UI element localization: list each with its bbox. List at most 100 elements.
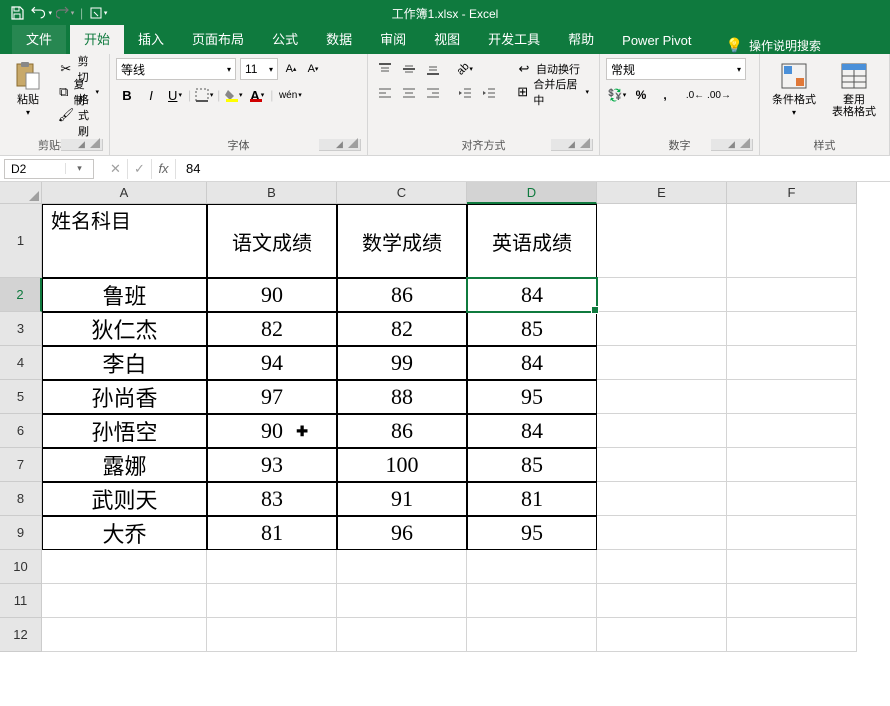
row-header-4[interactable]: 4 bbox=[0, 346, 42, 380]
cell-D3[interactable]: 85 bbox=[467, 312, 597, 346]
cell-C3[interactable]: 82 bbox=[337, 312, 467, 346]
orientation-button[interactable]: ab▾ bbox=[454, 58, 476, 80]
cell-F7[interactable] bbox=[727, 448, 857, 482]
alignment-dialog-launcher[interactable]: ◢ bbox=[551, 139, 593, 151]
cell-A10[interactable] bbox=[42, 550, 207, 584]
cell-E12[interactable] bbox=[597, 618, 727, 652]
font-dialog-launcher[interactable]: ◢ bbox=[319, 139, 361, 151]
cell-E2[interactable] bbox=[597, 278, 727, 312]
align-bottom-button[interactable] bbox=[422, 58, 444, 80]
cell-A1[interactable]: 姓名科目 bbox=[42, 204, 207, 278]
accounting-format-button[interactable]: 💱▾ bbox=[606, 84, 628, 106]
border-button[interactable]: ▾ bbox=[193, 84, 215, 106]
tell-me-search[interactable]: 💡 操作说明搜索 bbox=[726, 37, 821, 54]
fill-color-button[interactable]: ▾ bbox=[222, 84, 244, 106]
cell-D5[interactable]: 95 bbox=[467, 380, 597, 414]
name-box-input[interactable] bbox=[5, 162, 65, 176]
tab-layout[interactable]: 页面布局 bbox=[178, 25, 258, 54]
cell-F9[interactable] bbox=[727, 516, 857, 550]
cell-A2[interactable]: 鲁班 bbox=[42, 278, 207, 312]
cell-A8[interactable]: 武则天 bbox=[42, 482, 207, 516]
cell-F3[interactable] bbox=[727, 312, 857, 346]
row-header-10[interactable]: 10 bbox=[0, 550, 42, 584]
cell-E7[interactable] bbox=[597, 448, 727, 482]
col-header-E[interactable]: E bbox=[597, 182, 727, 204]
font-color-button[interactable]: A▾ bbox=[246, 84, 268, 106]
col-header-F[interactable]: F bbox=[727, 182, 857, 204]
decrease-font-button[interactable]: A▾ bbox=[304, 58, 322, 80]
col-header-D[interactable]: D bbox=[467, 182, 597, 204]
format-as-table-button[interactable]: 套用 表格格式 bbox=[826, 58, 882, 120]
cell-C9[interactable]: 96 bbox=[337, 516, 467, 550]
enter-formula-button[interactable]: ✓ bbox=[128, 159, 152, 179]
row-header-12[interactable]: 12 bbox=[0, 618, 42, 652]
align-middle-button[interactable] bbox=[398, 58, 420, 80]
tab-file[interactable]: 文件 bbox=[12, 25, 66, 54]
cell-E4[interactable] bbox=[597, 346, 727, 380]
col-header-A[interactable]: A bbox=[42, 182, 207, 204]
increase-indent-button[interactable] bbox=[478, 82, 500, 104]
cell-D12[interactable] bbox=[467, 618, 597, 652]
phonetic-button[interactable]: wén▾ bbox=[275, 84, 305, 106]
tab-view[interactable]: 视图 bbox=[420, 25, 474, 54]
row-header-8[interactable]: 8 bbox=[0, 482, 42, 516]
increase-font-button[interactable]: A▴ bbox=[282, 58, 300, 80]
tab-formulas[interactable]: 公式 bbox=[258, 25, 312, 54]
number-format-combo[interactable]: 常规▾ bbox=[606, 58, 746, 80]
italic-button[interactable]: I bbox=[140, 84, 162, 106]
merge-center-button[interactable]: ⊞合并后居中▾ bbox=[512, 81, 593, 103]
percent-format-button[interactable]: % bbox=[630, 84, 652, 106]
name-box[interactable]: ▾ bbox=[4, 159, 94, 179]
format-painter-button[interactable]: 🖌格式刷 bbox=[54, 104, 103, 126]
cell-B1[interactable]: 语文成绩 bbox=[207, 204, 337, 278]
col-header-B[interactable]: B bbox=[207, 182, 337, 204]
cell-E6[interactable] bbox=[597, 414, 727, 448]
decrease-decimal-button[interactable]: .00→ bbox=[708, 84, 730, 106]
cell-F5[interactable] bbox=[727, 380, 857, 414]
row-header-5[interactable]: 5 bbox=[0, 380, 42, 414]
clipboard-dialog-launcher[interactable]: ◢ bbox=[61, 139, 103, 151]
cell-E5[interactable] bbox=[597, 380, 727, 414]
align-right-button[interactable] bbox=[422, 82, 444, 104]
cell-F11[interactable] bbox=[727, 584, 857, 618]
cell-E10[interactable] bbox=[597, 550, 727, 584]
row-header-11[interactable]: 11 bbox=[0, 584, 42, 618]
tab-help[interactable]: 帮助 bbox=[554, 25, 608, 54]
cell-B7[interactable]: 93 bbox=[207, 448, 337, 482]
cell-B6[interactable]: 90✚ bbox=[207, 414, 337, 448]
cell-C4[interactable]: 99 bbox=[337, 346, 467, 380]
cell-D10[interactable] bbox=[467, 550, 597, 584]
redo-icon[interactable]: ▾ bbox=[54, 2, 76, 24]
cell-E8[interactable] bbox=[597, 482, 727, 516]
cell-E11[interactable] bbox=[597, 584, 727, 618]
tab-review[interactable]: 审阅 bbox=[366, 25, 420, 54]
col-header-C[interactable]: C bbox=[337, 182, 467, 204]
align-center-button[interactable] bbox=[398, 82, 420, 104]
cancel-formula-button[interactable]: ✕ bbox=[104, 159, 128, 179]
cell-A11[interactable] bbox=[42, 584, 207, 618]
cell-B12[interactable] bbox=[207, 618, 337, 652]
cell-C10[interactable] bbox=[337, 550, 467, 584]
row-header-1[interactable]: 1 bbox=[0, 204, 42, 278]
cell-E3[interactable] bbox=[597, 312, 727, 346]
cell-B10[interactable] bbox=[207, 550, 337, 584]
bold-button[interactable]: B bbox=[116, 84, 138, 106]
cell-C8[interactable]: 91 bbox=[337, 482, 467, 516]
cell-B8[interactable]: 83 bbox=[207, 482, 337, 516]
row-header-9[interactable]: 9 bbox=[0, 516, 42, 550]
cell-C1[interactable]: 数学成绩 bbox=[337, 204, 467, 278]
align-left-button[interactable] bbox=[374, 82, 396, 104]
cell-A7[interactable]: 露娜 bbox=[42, 448, 207, 482]
cell-C12[interactable] bbox=[337, 618, 467, 652]
row-header-7[interactable]: 7 bbox=[0, 448, 42, 482]
cell-C5[interactable]: 88 bbox=[337, 380, 467, 414]
cell-E9[interactable] bbox=[597, 516, 727, 550]
cell-A6[interactable]: 孙悟空 bbox=[42, 414, 207, 448]
cell-A3[interactable]: 狄仁杰 bbox=[42, 312, 207, 346]
undo-icon[interactable]: ▾ bbox=[30, 2, 52, 24]
formula-input[interactable] bbox=[176, 161, 676, 176]
comma-format-button[interactable]: , bbox=[654, 84, 676, 106]
paste-button[interactable]: 粘贴▾ bbox=[6, 58, 50, 120]
cell-F10[interactable] bbox=[727, 550, 857, 584]
cell-B5[interactable]: 97 bbox=[207, 380, 337, 414]
